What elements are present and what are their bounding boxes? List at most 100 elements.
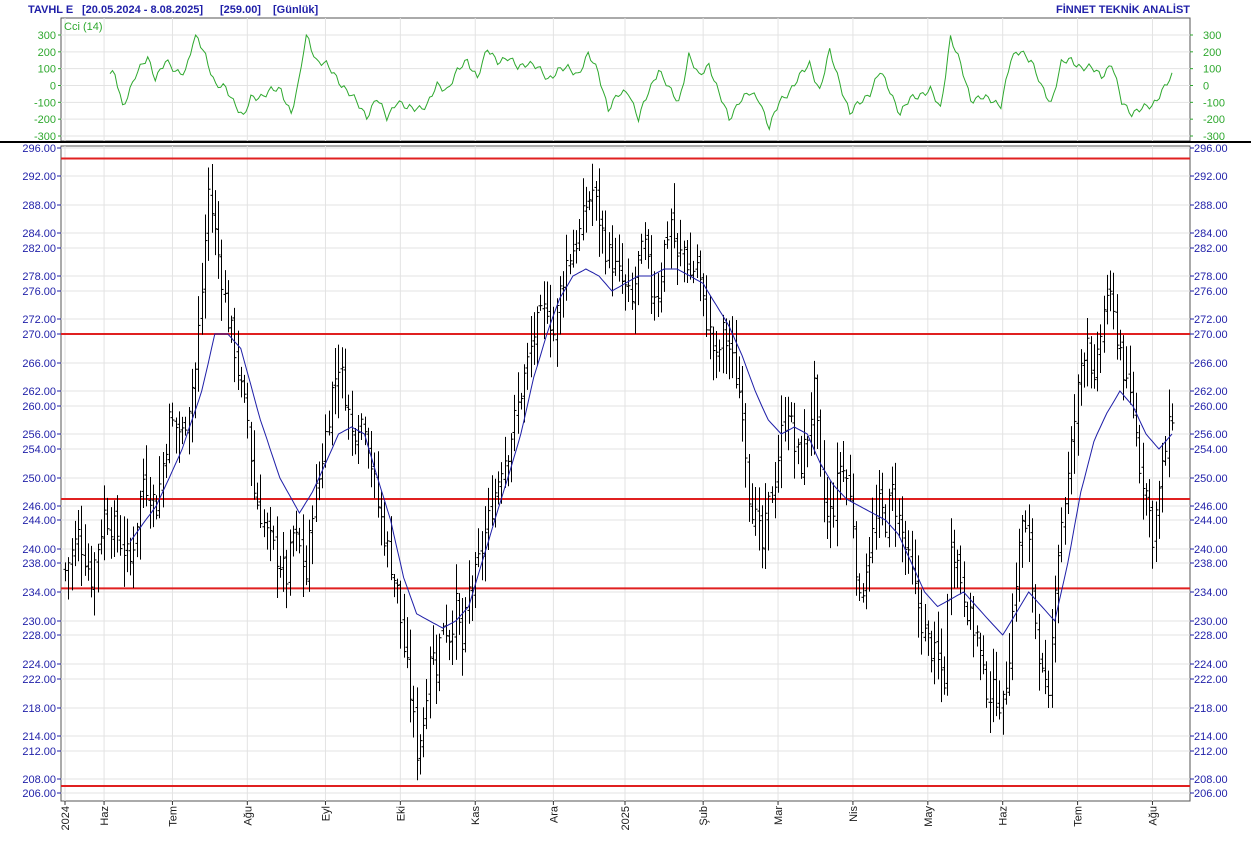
ohlc-bar: [949, 518, 954, 616]
ohlc-bar: [870, 497, 875, 564]
ohlc-bar: [115, 495, 120, 553]
ohlc-bar: [623, 274, 628, 311]
ohlc-bar: [867, 536, 872, 592]
ohlc-bar: [509, 433, 514, 483]
price-tick-label: 206.00: [1194, 788, 1228, 800]
ohlc-bar: [1020, 515, 1025, 568]
ohlc-bar: [643, 222, 648, 261]
ohlc-bar: [157, 456, 162, 519]
header-brand: FİNNET TEKNİK ANALİST: [1056, 3, 1190, 16]
ohlc-bar: [203, 214, 208, 319]
price-tick-label: 214.00: [1194, 731, 1228, 743]
ohlc-bar: [770, 486, 775, 504]
x-tick-label: 2025: [620, 806, 632, 830]
ohlc-bar: [669, 208, 674, 269]
ohlc-bar: [652, 271, 657, 321]
ohlc-bar: [617, 234, 622, 282]
ohlc-bar: [757, 487, 762, 551]
price-tick-label: 240.00: [1194, 544, 1228, 556]
x-tick-label: Nis: [848, 806, 860, 822]
ohlc-bar: [297, 527, 302, 554]
ohlc-bar: [704, 275, 709, 338]
price-tick-label: 234.00: [1194, 587, 1228, 599]
header-range: [20.05.2024 - 8.08.2025]: [82, 4, 203, 16]
price-axis-right: 296.00 292.00 288.00 284.00 282.00 278.00 276.…: [1190, 143, 1228, 800]
ohlc-bar: [105, 497, 110, 535]
ohlc-bar: [291, 525, 296, 557]
ohlc-bar: [1111, 272, 1116, 330]
ohlc-bar: [457, 593, 462, 635]
price-tick-label: 278.00: [22, 271, 56, 283]
ohlc-bar: [1040, 652, 1045, 673]
ohlc-bar: [1105, 274, 1110, 325]
price-tick-label: 218.00: [22, 703, 56, 715]
ohlc-bar: [141, 458, 146, 509]
ohlc-bar: [268, 507, 273, 562]
cci-axis-right: 3002001000-100-200-300: [1190, 30, 1225, 143]
cci-tick-label: -200: [34, 114, 56, 126]
ohlc-bar: [415, 687, 420, 781]
ohlc-bar: [929, 630, 934, 673]
ohlc-bar: [916, 555, 921, 638]
ohlc-bar: [1147, 479, 1152, 538]
price-tick-label: 282.00: [1194, 243, 1228, 255]
ohlc-bar: [607, 232, 612, 269]
ohlc-bar: [1079, 349, 1084, 406]
cci-tick-label: 100: [38, 64, 56, 76]
ohlc-bar: [359, 413, 364, 440]
ohlc-bar: [919, 589, 924, 655]
ohlc-bar: [542, 281, 547, 340]
price-tick-label: 288.00: [22, 200, 56, 212]
ohlc-bar: [786, 396, 791, 451]
cci-tick-label: 0: [50, 81, 56, 93]
price-tick-label: 222.00: [1194, 674, 1228, 686]
ohlc-bar: [939, 628, 944, 703]
x-tick-label: Kas: [470, 806, 482, 825]
ohlc-bar: [864, 553, 869, 610]
ohlc-bar: [685, 239, 690, 284]
ohlc-bar: [1069, 426, 1074, 495]
ohlc-bar: [405, 617, 410, 669]
ohlc-bar: [958, 545, 963, 595]
ohlc-bar: [346, 394, 351, 440]
price-tick-label: 254.00: [22, 444, 56, 456]
ohlc-bar: [444, 604, 449, 643]
ohlc-bar: [936, 611, 941, 680]
ohlc-bar: [747, 454, 752, 522]
ohlc-bar: [1082, 352, 1087, 388]
ohlc-bar: [249, 421, 254, 487]
price-tick-label: 284.00: [1194, 228, 1228, 240]
price-tick-label: 284.00: [22, 228, 56, 240]
ohlc-bar: [112, 500, 117, 557]
ohlc-bar: [897, 498, 902, 538]
cci-tick-label: -100: [1203, 97, 1225, 109]
ohlc-bar: [180, 416, 185, 445]
price-tick-label: 212.00: [22, 746, 56, 758]
ohlc-bar: [913, 539, 918, 595]
ohlc-bar: [450, 610, 455, 665]
ohlc-bar: [144, 445, 149, 507]
price-tick-label: 206.00: [22, 788, 56, 800]
ohlc-bar: [70, 538, 75, 591]
ohlc-bar: [463, 597, 468, 653]
price-tick-label: 272.00: [22, 314, 56, 326]
ohlc-bar: [314, 464, 319, 523]
ohlc-bar: [1085, 317, 1090, 387]
ohlc-bar: [822, 440, 827, 523]
price-tick-label: 244.00: [22, 515, 56, 527]
ohlc-bar: [125, 518, 130, 573]
ohlc-bar: [356, 415, 361, 464]
ohlc-bar: [779, 395, 784, 489]
cci-tick-label: -200: [1203, 114, 1225, 126]
ohlc-bar: [1124, 346, 1129, 389]
ohlc-bar: [997, 680, 1002, 720]
ohlc-bar: [581, 178, 586, 241]
ohlc-bar: [548, 284, 553, 358]
x-tick-label: Tem: [167, 806, 179, 827]
x-tick-label: Eki: [395, 806, 407, 821]
ohlc-bar: [301, 514, 306, 597]
ohlc-bar: [1046, 670, 1051, 709]
price-tick-label: 278.00: [1194, 271, 1228, 283]
x-tick-label: Haz: [99, 806, 111, 826]
price-tick-label: 272.00: [1194, 314, 1228, 326]
